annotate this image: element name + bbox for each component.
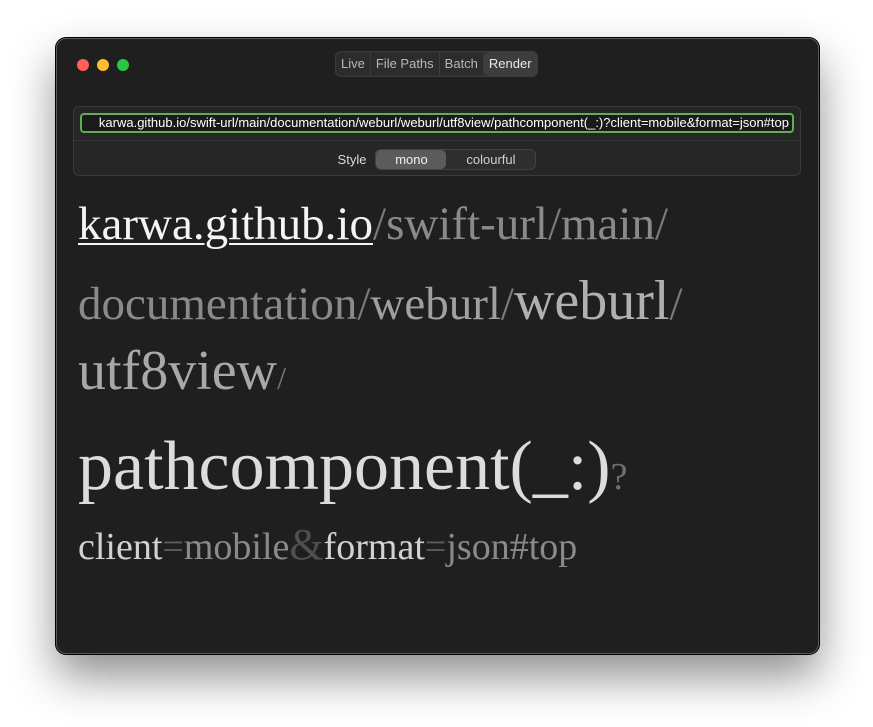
view-tab-bar: Live File Paths Batch Render: [335, 51, 538, 77]
tab-batch[interactable]: Batch: [440, 52, 484, 76]
url-input-text: karwa.github.io/swift-url/main/documenta…: [98, 115, 789, 130]
query-mark: ?: [610, 456, 628, 498]
minimize-window-button[interactable]: [97, 59, 109, 71]
app-window: Live File Paths Batch Render karwa.githu…: [56, 38, 819, 654]
style-option-colourful[interactable]: colourful: [446, 150, 535, 169]
path-segment: main: [561, 198, 655, 250]
style-segmented-control: mono colourful: [375, 148, 537, 170]
path-segment: documentation: [78, 278, 358, 330]
input-panel: karwa.github.io/swift-url/main/documenta…: [73, 106, 801, 176]
url-host[interactable]: karwa.github.io: [78, 198, 373, 250]
query-ampersand: &: [289, 520, 324, 569]
query-equals: =: [424, 526, 447, 568]
render-line-3: utf8view/: [78, 339, 286, 403]
path-separator: /: [373, 198, 387, 250]
tab-file-paths[interactable]: File Paths: [371, 52, 440, 76]
query-value: json: [446, 526, 510, 568]
path-segment: weburl: [513, 270, 670, 332]
path-separator: /: [669, 278, 683, 330]
panel-divider: [74, 140, 800, 141]
path-separator: /: [500, 278, 514, 330]
url-fragment: #top: [509, 526, 578, 568]
tab-live[interactable]: Live: [336, 52, 371, 76]
url-input[interactable]: karwa.github.io/swift-url/main/documenta…: [80, 113, 794, 133]
style-label: Style: [337, 151, 367, 167]
path-separator: /: [357, 278, 371, 330]
path-separator: /: [547, 198, 561, 250]
render-line-4: pathcomponent(_:)?: [78, 427, 628, 507]
tab-render[interactable]: Render: [483, 52, 537, 76]
path-segment: utf8view: [78, 340, 278, 402]
style-row: Style mono colourful: [74, 148, 800, 170]
render-line-1: karwa.github.io/swift-url/main/: [78, 197, 668, 251]
path-segment: swift-url: [386, 198, 548, 250]
close-window-button[interactable]: [77, 59, 89, 71]
query-value: mobile: [183, 526, 290, 568]
path-separator: /: [277, 360, 286, 396]
zoom-window-button[interactable]: [117, 59, 129, 71]
render-line-2: documentation/weburl/weburl/: [78, 269, 683, 333]
query-key: format: [323, 526, 425, 568]
path-segment: weburl: [370, 278, 501, 330]
query-equals: =: [162, 526, 184, 568]
query-key: client: [78, 526, 163, 568]
render-line-5: client=mobile&format=json#top: [78, 519, 577, 570]
style-option-mono[interactable]: mono: [376, 149, 447, 169]
path-separator: /: [654, 198, 669, 250]
path-segment-last: pathcomponent(_:): [78, 428, 611, 505]
